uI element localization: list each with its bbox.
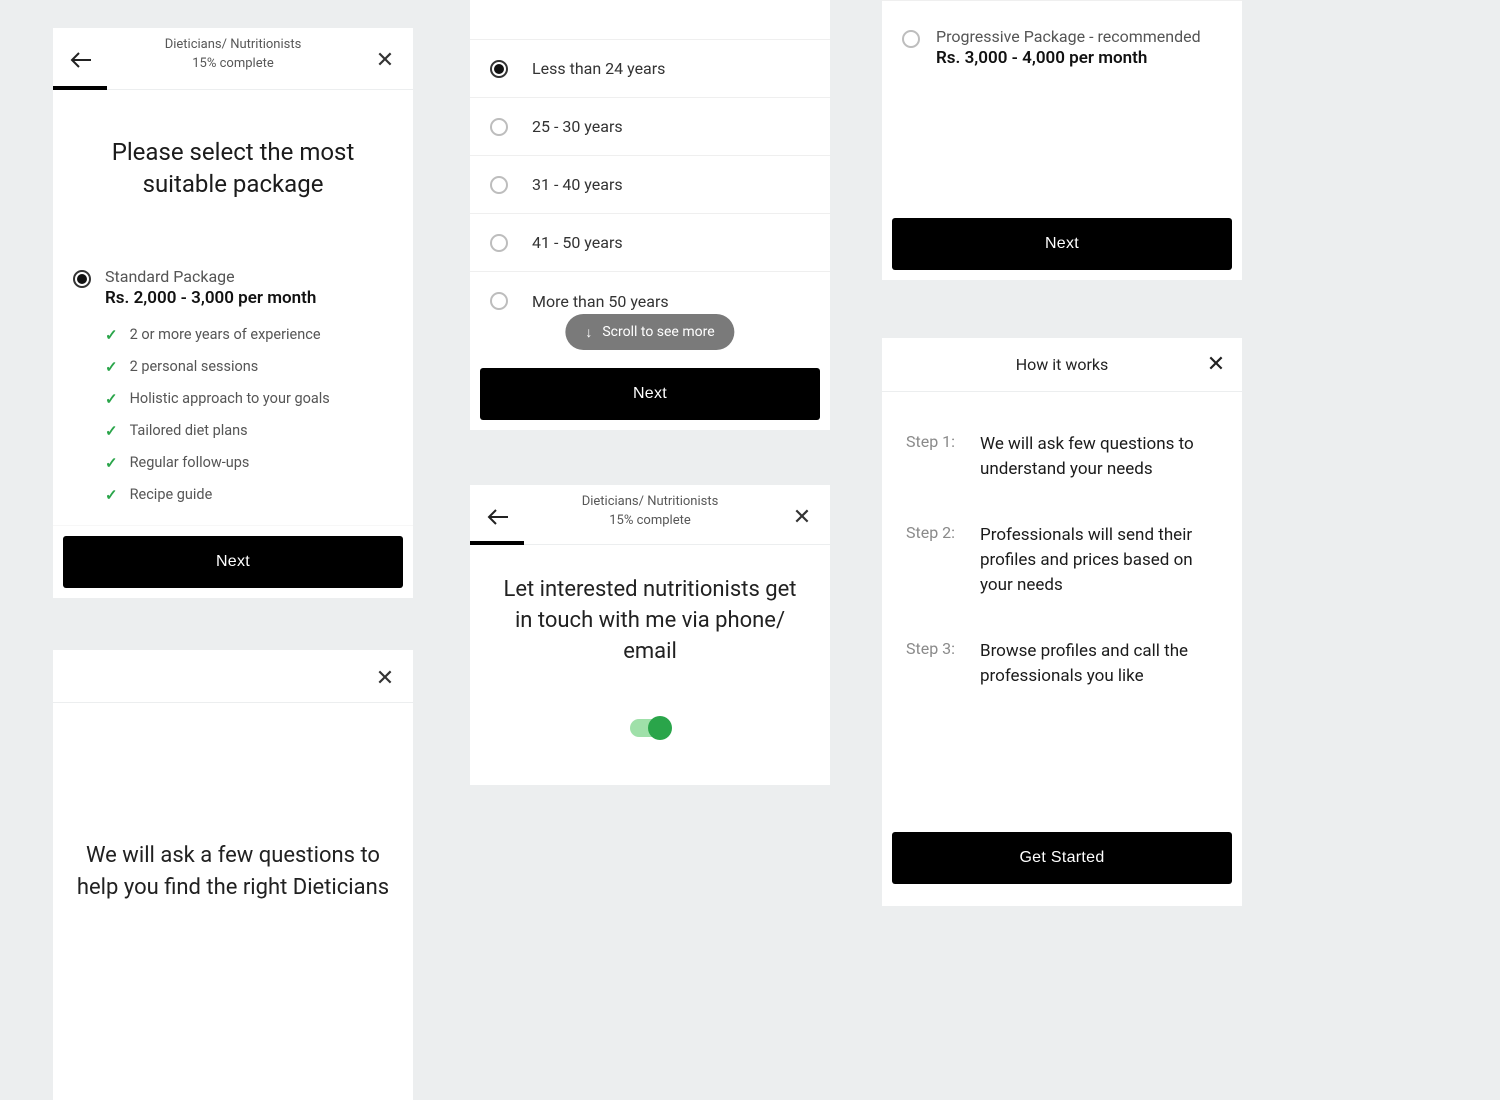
feature-list: ✓2 or more years of experience ✓2 person… bbox=[105, 326, 393, 504]
feature-item: ✓Tailored diet plans bbox=[105, 422, 393, 440]
screen-contact-toggle: Dieticians/ Nutritionists 15% complete ✕… bbox=[470, 485, 830, 785]
footer: Next bbox=[480, 368, 820, 420]
option-title: Progressive Package - recommended bbox=[936, 27, 1201, 46]
step-item: Step 1: We will ask few questions to und… bbox=[906, 432, 1218, 481]
toggle-knob-icon bbox=[648, 716, 672, 740]
contact-toggle[interactable] bbox=[630, 719, 670, 737]
progress-bar bbox=[470, 541, 524, 545]
header-placeholder bbox=[470, 0, 830, 40]
arrow-down-icon: ↓ bbox=[585, 324, 592, 341]
header-title: How it works bbox=[1016, 355, 1109, 374]
header: How it works ✕ bbox=[882, 338, 1242, 392]
screen-intro: ✕ We will ask a few questions to help yo… bbox=[53, 650, 413, 1100]
steps-list: Step 1: We will ask few questions to und… bbox=[882, 392, 1242, 688]
close-icon[interactable]: ✕ bbox=[1202, 350, 1230, 378]
next-button[interactable]: Next bbox=[892, 218, 1232, 270]
step-item: Step 2: Professionals will send their pr… bbox=[906, 523, 1218, 597]
divider bbox=[53, 702, 413, 703]
close-icon[interactable]: ✕ bbox=[788, 503, 816, 531]
progress-label: 15% complete bbox=[470, 513, 830, 528]
check-icon: ✓ bbox=[105, 422, 118, 440]
step-label: Step 3: bbox=[906, 639, 966, 688]
radio-icon[interactable] bbox=[490, 292, 508, 310]
screen-package-progressive: Progressive Package - recommended Rs. 3,… bbox=[882, 0, 1242, 280]
radio-icon[interactable] bbox=[490, 234, 508, 252]
age-option[interactable]: 41 - 50 years bbox=[470, 214, 830, 272]
age-option[interactable]: 31 - 40 years bbox=[470, 156, 830, 214]
get-started-button[interactable]: Get Started bbox=[892, 832, 1232, 884]
scroll-hint-label: Scroll to see more bbox=[602, 324, 714, 340]
progress-bar bbox=[53, 86, 107, 90]
next-button[interactable]: Next bbox=[63, 536, 403, 588]
footer: Next bbox=[53, 525, 413, 598]
radio-icon[interactable] bbox=[490, 176, 508, 194]
package-option-standard[interactable]: Standard Package Rs. 2,000 - 3,000 per m… bbox=[53, 251, 413, 518]
option-price: Rs. 3,000 - 4,000 per month bbox=[936, 48, 1201, 68]
feature-item: ✓2 or more years of experience bbox=[105, 326, 393, 344]
step-text: We will ask few questions to understand … bbox=[980, 432, 1218, 481]
check-icon: ✓ bbox=[105, 358, 118, 376]
age-option[interactable]: Less than 24 years bbox=[470, 40, 830, 98]
intro-text: We will ask a few questions to help you … bbox=[73, 840, 393, 904]
check-icon: ✓ bbox=[105, 486, 118, 504]
header-title: Dieticians/ Nutritionists bbox=[470, 494, 830, 509]
topbar: Dieticians/ Nutritionists 15% complete ✕ bbox=[470, 485, 830, 545]
feature-item: ✓Holistic approach to your goals bbox=[105, 390, 393, 408]
radio-icon[interactable] bbox=[490, 118, 508, 136]
question-text: Please select the most suitable package bbox=[53, 90, 413, 201]
footer: Next bbox=[892, 218, 1232, 270]
step-item: Step 3: Browse profiles and call the pro… bbox=[906, 639, 1218, 688]
question-text: Let interested nutritionists get in touc… bbox=[470, 545, 830, 667]
step-label: Step 1: bbox=[906, 432, 966, 481]
close-icon[interactable]: ✕ bbox=[371, 664, 399, 692]
radio-icon[interactable] bbox=[902, 30, 920, 48]
package-option-progressive[interactable]: Progressive Package - recommended Rs. 3,… bbox=[882, 0, 1242, 68]
radio-icon[interactable] bbox=[73, 270, 91, 288]
feature-item: ✓2 personal sessions bbox=[105, 358, 393, 376]
option-price: Rs. 2,000 - 3,000 per month bbox=[105, 288, 393, 308]
radio-icon[interactable] bbox=[490, 60, 508, 78]
check-icon: ✓ bbox=[105, 454, 118, 472]
step-label: Step 2: bbox=[906, 523, 966, 597]
footer: Get Started bbox=[892, 832, 1232, 884]
header-title: Dieticians/ Nutritionists bbox=[53, 37, 413, 52]
step-text: Professionals will send their profiles a… bbox=[980, 523, 1218, 597]
feature-item: ✓Recipe guide bbox=[105, 486, 393, 504]
check-icon: ✓ bbox=[105, 326, 118, 344]
progress-label: 15% complete bbox=[53, 56, 413, 71]
check-icon: ✓ bbox=[105, 390, 118, 408]
close-icon[interactable]: ✕ bbox=[371, 46, 399, 74]
screen-how-it-works: How it works ✕ Step 1: We will ask few q… bbox=[882, 338, 1242, 906]
feature-item: ✓Regular follow-ups bbox=[105, 454, 393, 472]
screen-age-select: Less than 24 years 25 - 30 years 31 - 40… bbox=[470, 0, 830, 430]
option-title: Standard Package bbox=[105, 267, 393, 286]
next-button[interactable]: Next bbox=[480, 368, 820, 420]
step-text: Browse profiles and call the professiona… bbox=[980, 639, 1218, 688]
scroll-hint-pill[interactable]: ↓ Scroll to see more bbox=[565, 314, 734, 350]
age-option[interactable]: 25 - 30 years bbox=[470, 98, 830, 156]
screen-package-select: Dieticians/ Nutritionists 15% complete ✕… bbox=[53, 28, 413, 598]
topbar: Dieticians/ Nutritionists 15% complete ✕ bbox=[53, 28, 413, 90]
